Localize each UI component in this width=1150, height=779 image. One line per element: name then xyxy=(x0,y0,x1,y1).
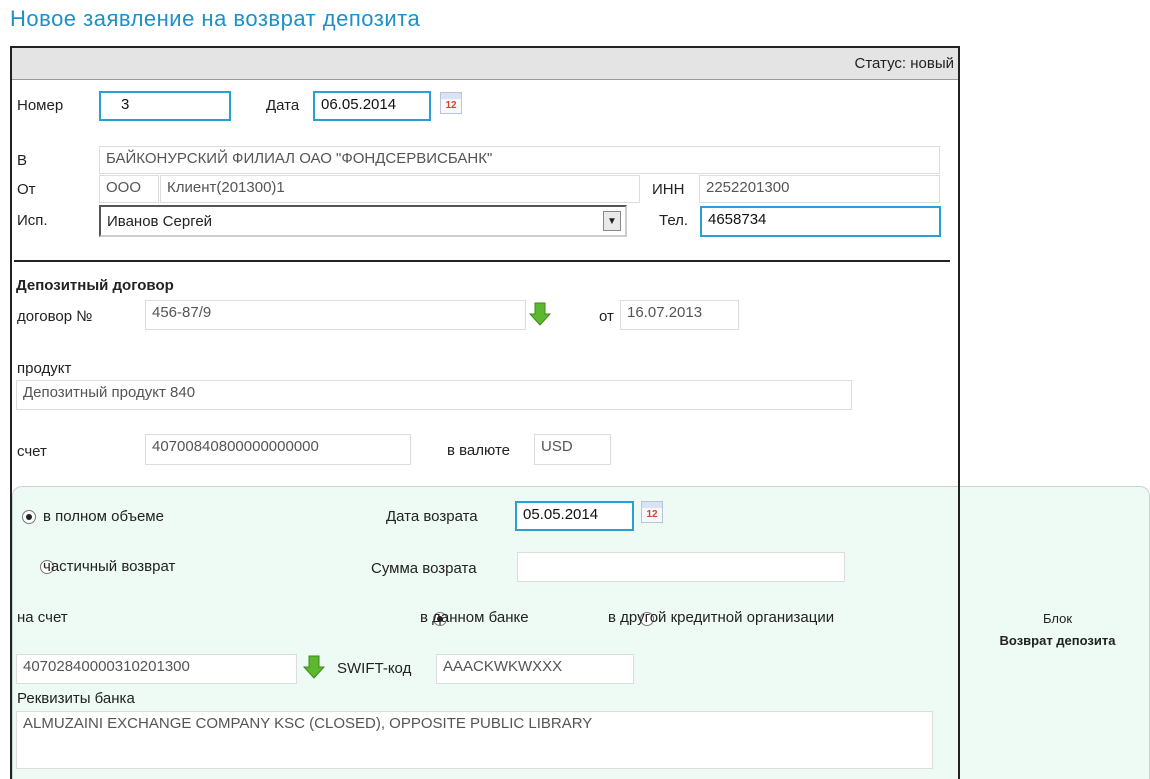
executor-label: Исп. xyxy=(17,212,48,229)
product-field: Депозитный продукт 840 xyxy=(16,380,852,410)
frame-left-edge xyxy=(10,486,12,779)
partial-refund-label: частичный возврат xyxy=(43,558,176,575)
contract-label: договор № xyxy=(17,308,93,325)
account-field: 40700840800000000000 xyxy=(145,434,411,465)
annotation-line1: Блок xyxy=(1042,611,1073,626)
calendar-icon[interactable]: 12 xyxy=(641,501,663,523)
client-field: Клиент(201300)1 xyxy=(160,175,640,203)
amount-input[interactable] xyxy=(517,552,845,582)
amount-label: Сумма возрата xyxy=(371,560,477,577)
calendar-day: 12 xyxy=(445,100,457,111)
other-bank-label: в другой кредитной организации xyxy=(608,609,835,626)
contract-field: 456-87/9 xyxy=(145,300,526,330)
inn-label: ИНН xyxy=(652,181,685,198)
green-down-arrow-icon[interactable] xyxy=(303,655,325,679)
swift-label: SWIFT-код xyxy=(337,660,412,677)
date-input[interactable]: 06.05.2014 xyxy=(313,91,431,121)
bank-details-field: ALMUZAINI EXCHANGE COMPANY KSC (CLOSED),… xyxy=(16,711,933,769)
refund-date-label: Дата возрата xyxy=(386,508,478,525)
executor-select[interactable]: Иванов Сергей ▼ xyxy=(99,205,627,237)
calendar-day: 12 xyxy=(646,509,658,520)
contract-date-field: 16.07.2013 xyxy=(620,300,739,330)
number-input[interactable]: 3 xyxy=(99,91,231,121)
annotation-line2: Возврат депозита xyxy=(999,633,1116,648)
refund-date-input[interactable]: 05.05.2014 xyxy=(515,501,634,531)
executor-value: Иванов Сергей xyxy=(107,213,213,230)
bank-details-label: Реквизиты банка xyxy=(17,690,135,707)
inn-field: 2252201300 xyxy=(699,175,940,203)
bank-field: БАЙКОНУРСКИЙ ФИЛИАЛ ОАО "ФОНДСЕРВИСБАНК" xyxy=(99,146,940,174)
currency-field: USD xyxy=(534,434,611,465)
status-bar: Статус: новый xyxy=(12,48,958,80)
deposit-section-title: Депозитный договор xyxy=(16,277,174,294)
phone-input[interactable]: 4658734 xyxy=(700,206,941,237)
section-divider xyxy=(14,260,950,262)
block-annotation: Блок Возврат депозита xyxy=(965,608,1150,652)
product-label: продукт xyxy=(17,360,72,377)
from-label: От xyxy=(17,181,36,198)
status-text: Статус: новый xyxy=(854,55,954,72)
account-label: счет xyxy=(17,443,47,460)
phone-label: Тел. xyxy=(659,212,689,229)
full-refund-radio[interactable] xyxy=(22,510,36,524)
target-account-field: 40702840000310201300 xyxy=(16,654,297,684)
number-label: Номер xyxy=(17,97,64,114)
full-refund-label: в полном объеме xyxy=(43,508,164,525)
frame-right-edge xyxy=(958,486,960,779)
org-type-field: ООО xyxy=(99,175,159,203)
chevron-down-icon[interactable]: ▼ xyxy=(603,211,621,231)
date-label: Дата xyxy=(266,97,300,114)
currency-label: в валюте xyxy=(447,442,510,459)
calendar-icon[interactable]: 12 xyxy=(440,92,462,114)
page-title: Новое заявление на возврат депозита xyxy=(10,6,421,31)
to-account-label: на счет xyxy=(17,609,68,626)
this-bank-label: в данном банке xyxy=(420,609,529,626)
contract-date-label: от xyxy=(599,308,614,325)
swift-field: AAACKWKWXXX xyxy=(436,654,634,684)
to-label: В xyxy=(17,152,28,169)
green-down-arrow-icon[interactable] xyxy=(529,302,551,326)
